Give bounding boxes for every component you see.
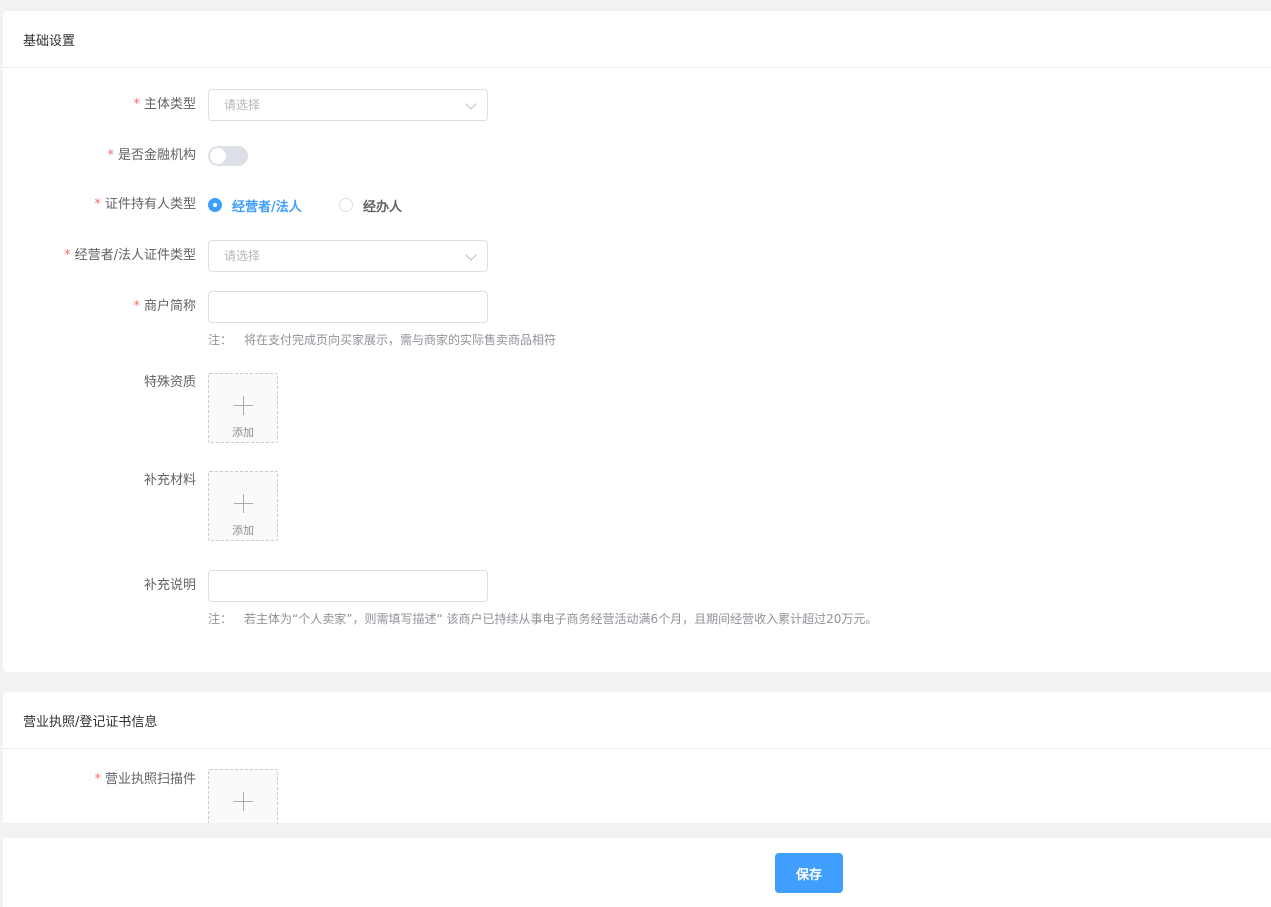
upload-text: 添加: [209, 820, 277, 823]
form-scroll-area[interactable]: 基础设置 * 主体类型 请选择 * 是否金融机构 * 证件持有人类型 经营者/法人: [0, 0, 1271, 823]
select-placeholder: 请选择: [224, 249, 261, 263]
holder-type-label: * 证件持有人类型: [94, 197, 196, 212]
legal-id-type-label: * 经营者/法人证件类型: [64, 248, 196, 263]
supplementary-desc-input[interactable]: [208, 570, 488, 602]
plus-icon-vertical: [243, 494, 244, 513]
is-financial-switch[interactable]: [208, 146, 248, 166]
supplementary-desc-label: 补充说明: [143, 578, 196, 593]
supplementary-material-label: 补充材料: [143, 473, 196, 488]
upload-text: 添加: [232, 524, 254, 537]
plus-icon-vertical: [243, 396, 244, 415]
radio-label: 经营者/法人: [232, 199, 302, 215]
is-financial-label: * 是否金融机构: [107, 148, 196, 163]
supplementary-desc-note: 注： 若主体为“个人卖家”，则需填写描述“ 该商户已持续从事电子商务经营活动满6个…: [208, 612, 878, 626]
radio-legal-person[interactable]: 经营者/法人: [208, 189, 302, 221]
radio-agent[interactable]: 经办人: [339, 189, 402, 221]
switch-knob: [210, 148, 226, 164]
special-qualification-upload[interactable]: 添加: [208, 373, 278, 443]
radio-checked-icon: [208, 198, 222, 212]
footer-bar: 保存: [3, 838, 1271, 907]
basic-settings-card: 基础设置 * 主体类型 请选择 * 是否金融机构 * 证件持有人类型 经营者/法人: [3, 11, 1271, 672]
required-mark: *: [133, 299, 140, 314]
special-qualification-label: 特殊资质: [143, 375, 196, 390]
license-scan-label: * 营业执照扫描件: [94, 772, 196, 787]
plus-icon-vertical: [243, 792, 244, 811]
license-card: 营业执照/登记证书信息 *营业执照扫描件 添加: [3, 692, 1271, 823]
upload-text: 添加: [232, 426, 254, 439]
basic-settings-title: 基础设置: [3, 11, 1271, 68]
required-mark: *: [64, 248, 71, 263]
merchant-short-name-input[interactable]: [208, 291, 488, 323]
required-mark: *: [107, 148, 114, 163]
required-mark: *: [133, 97, 140, 112]
chevron-down-icon: [465, 98, 477, 110]
license-scan-upload[interactable]: 添加: [208, 769, 278, 823]
radio-unchecked-icon: [339, 198, 353, 212]
chevron-down-icon: [465, 249, 477, 261]
license-title: 营业执照/登记证书信息: [3, 692, 1271, 749]
merchant-short-name-note: 注： 将在支付完成页向买家展示，需与商家的实际售卖商品相符: [208, 333, 557, 347]
supplementary-material-upload[interactable]: 添加: [208, 471, 278, 541]
subject-type-select[interactable]: 请选择: [208, 89, 488, 121]
merchant-short-name-label: * 商户简称: [133, 299, 196, 314]
select-placeholder: 请选择: [224, 98, 261, 112]
required-mark: *: [94, 772, 101, 787]
legal-id-type-select[interactable]: 请选择: [208, 240, 488, 272]
radio-label: 经办人: [363, 199, 403, 215]
save-button[interactable]: 保存: [775, 853, 843, 893]
required-mark: *: [94, 197, 101, 212]
subject-type-label: * 主体类型: [133, 97, 196, 112]
